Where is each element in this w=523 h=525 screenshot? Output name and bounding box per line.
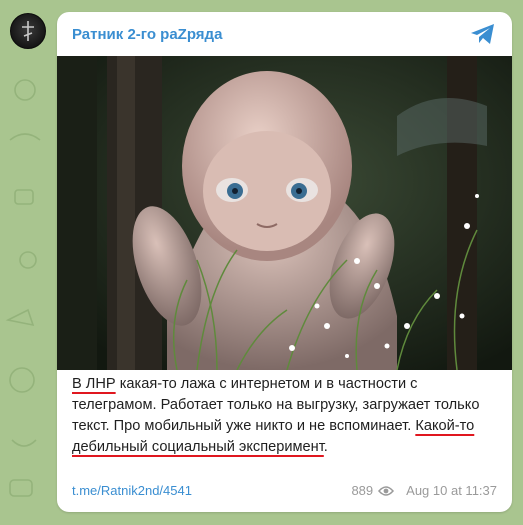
post-photo[interactable] — [57, 56, 512, 370]
telegram-share-icon[interactable] — [470, 23, 496, 45]
message-footer: t.me/Ratnik2nd/4541 889 Aug 10 at 11:37 — [72, 483, 497, 503]
doll-photo-image — [57, 56, 512, 370]
view-count: 889 — [351, 483, 374, 498]
channel-name[interactable]: Ратник 2-го раZряда — [72, 26, 222, 43]
avatar-cross-icon — [22, 21, 34, 41]
message-card: Ратник 2-го раZряда В ЛНР какая-то лажа … — [57, 12, 512, 512]
message-end: . — [323, 439, 328, 455]
message-meta: 889 Aug 10 at 11:37 — [351, 483, 497, 498]
channel-avatar[interactable] — [10, 13, 46, 49]
highlight-lnr: В ЛНР — [72, 376, 116, 392]
message-text: В ЛНР какая-то лажа с интернетом и в час… — [72, 374, 502, 458]
message-header: Ратник 2-го раZряда — [57, 12, 512, 56]
eye-icon — [378, 485, 395, 496]
post-link[interactable]: t.me/Ratnik2nd/4541 — [72, 483, 192, 498]
message-date: Aug 10 at 11:37 — [406, 483, 497, 498]
